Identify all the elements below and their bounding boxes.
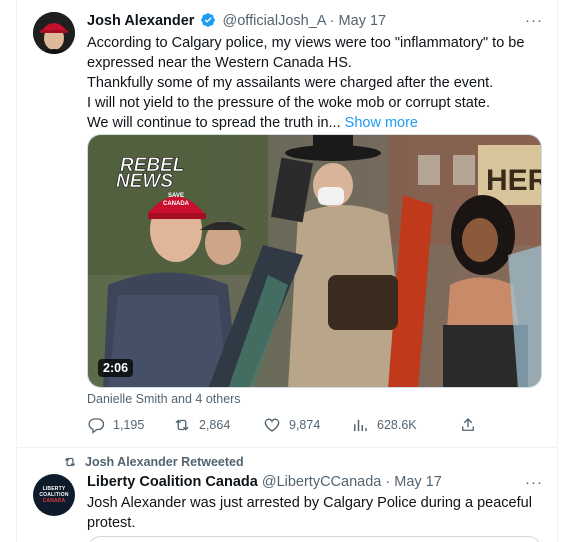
reply-icon bbox=[88, 418, 105, 434]
tweet-header: Josh Alexander @officialJosh_A · May 17 bbox=[87, 12, 386, 29]
tweet-line: I will not yield to the pressure of the … bbox=[87, 95, 490, 111]
author-handle[interactable]: @LibertyCCanada bbox=[262, 474, 382, 490]
show-more-link[interactable]: Show more bbox=[345, 115, 418, 131]
reply-count: 1,195 bbox=[113, 418, 145, 432]
retweet-icon bbox=[64, 457, 76, 467]
tweet-line: Thankfully some of my assailants were ch… bbox=[87, 75, 494, 91]
avatar-logo-text: CANADA bbox=[42, 498, 66, 504]
tagged-people[interactable]: Danielle Smith and 4 others bbox=[87, 392, 241, 406]
view-count: 628.6K bbox=[377, 418, 417, 432]
tweet-line: According to Calgary police, my views we… bbox=[87, 35, 525, 51]
video-thumbnail: HER SAVE CANADA bbox=[88, 135, 542, 387]
avatar[interactable]: LIBERTY COALITION CANADA bbox=[33, 474, 75, 516]
hat-text-line: SAVE bbox=[168, 193, 184, 199]
retweet-icon bbox=[175, 419, 189, 431]
tweet-date[interactable]: May 17 bbox=[339, 13, 387, 29]
tweet-line-text: We will continue to spread the truth in.… bbox=[87, 115, 341, 131]
like-icon bbox=[264, 418, 280, 432]
retweet-count: 2,864 bbox=[199, 418, 231, 432]
watermark-text: NEWS bbox=[116, 171, 173, 192]
tweet-line: Josh Alexander was just arrested by Calg… bbox=[87, 495, 532, 511]
tweet-line: expressed near the Western Canada HS. bbox=[87, 55, 352, 71]
more-icon[interactable]: ··· bbox=[525, 12, 543, 29]
views-button[interactable]: 628.6K bbox=[351, 416, 417, 434]
retweet-context-label: Josh Alexander Retweeted bbox=[85, 455, 244, 469]
separator: · bbox=[385, 474, 391, 490]
tweet-actions: 1,195 2,864 9,874 628.6K bbox=[87, 416, 497, 438]
avatar[interactable] bbox=[33, 12, 75, 54]
avatar-image bbox=[33, 12, 75, 54]
like-button[interactable]: 9,874 bbox=[263, 416, 320, 434]
video-duration: 2:06 bbox=[98, 359, 134, 377]
share-button[interactable] bbox=[459, 416, 477, 434]
author-name[interactable]: Josh Alexander bbox=[87, 13, 194, 29]
verified-badge-icon bbox=[201, 13, 216, 27]
more-icon[interactable]: ··· bbox=[525, 474, 543, 491]
retweet-context[interactable]: Josh Alexander Retweeted bbox=[63, 455, 244, 469]
separator: · bbox=[329, 13, 335, 29]
tweet[interactable]: ··· Josh Alexander @officialJosh_A · May… bbox=[17, 0, 557, 448]
hat-text-line: CANADA bbox=[163, 201, 190, 207]
reply-button[interactable]: 1,195 bbox=[87, 416, 144, 434]
share-icon bbox=[462, 418, 474, 431]
protest-sign-text: HER bbox=[486, 164, 542, 197]
views-icon bbox=[354, 419, 367, 431]
tweet-line: We will continue to spread the truth in.… bbox=[87, 113, 537, 133]
timeline: ··· Josh Alexander @officialJosh_A · May… bbox=[16, 0, 558, 542]
author-name[interactable]: Liberty Coalition Canada bbox=[87, 474, 258, 490]
retweet-button[interactable]: 2,864 bbox=[173, 416, 230, 434]
tweet-text: Josh Alexander was just arrested by Calg… bbox=[87, 493, 537, 533]
media-preview[interactable] bbox=[87, 536, 542, 542]
tweet-text: According to Calgary police, my views we… bbox=[87, 33, 537, 133]
tweet-header: Liberty Coalition Canada @LibertyCCanada… bbox=[87, 474, 442, 490]
video-player[interactable]: HER SAVE CANADA bbox=[87, 134, 542, 388]
like-count: 9,874 bbox=[289, 418, 321, 432]
author-handle[interactable]: @officialJosh_A bbox=[223, 13, 326, 29]
tweet-line: protest. bbox=[87, 515, 136, 531]
tweet-date[interactable]: May 17 bbox=[394, 474, 442, 490]
